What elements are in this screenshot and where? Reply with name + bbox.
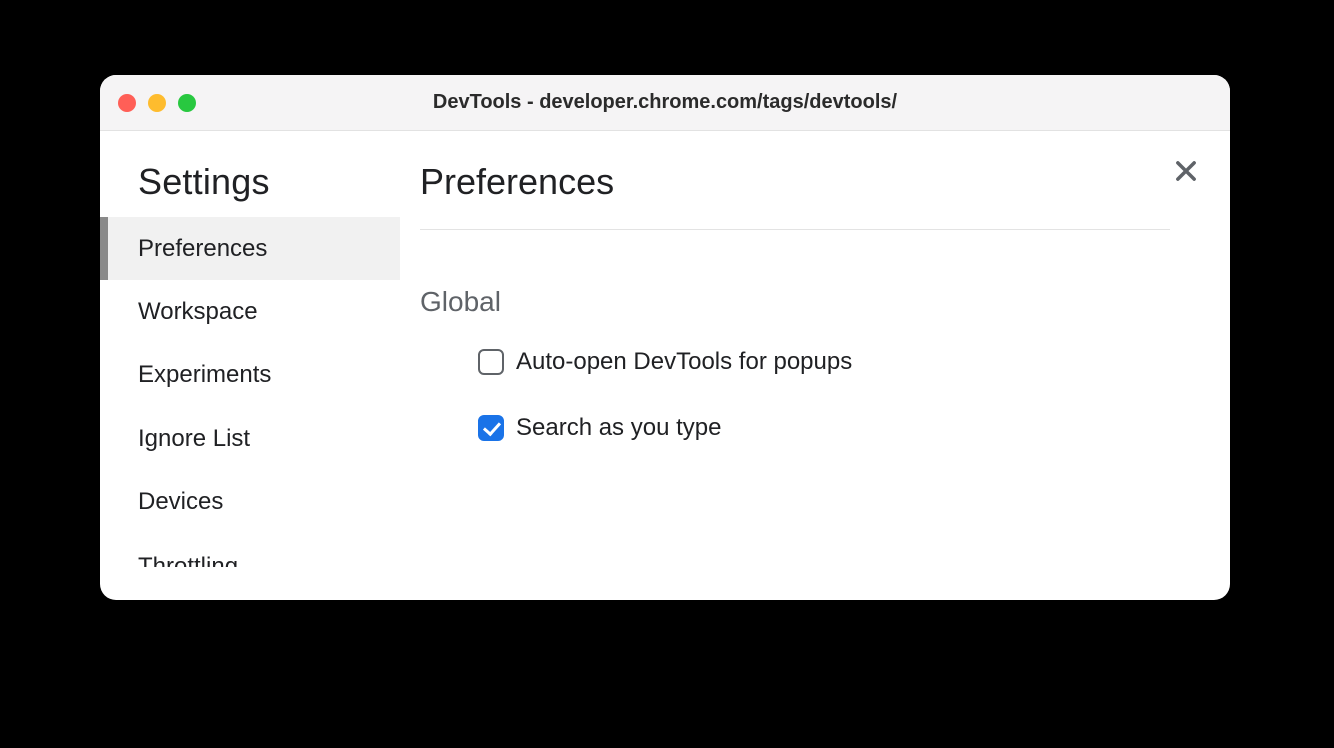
sidebar-item-label: Experiments xyxy=(138,361,271,388)
option-search-as-you-type[interactable]: Search as you type xyxy=(420,412,1170,444)
window-zoom-button[interactable] xyxy=(178,94,196,112)
sidebar-item-preferences[interactable]: Preferences xyxy=(100,217,400,280)
sidebar-item-devices[interactable]: Devices xyxy=(100,470,400,533)
settings-sidebar: Settings Preferences Workspace Experimen… xyxy=(100,131,400,600)
sidebar-item-label: Throttling xyxy=(138,553,238,567)
sidebar-item-throttling[interactable]: Throttling xyxy=(100,533,400,567)
checkbox-auto-open-devtools[interactable] xyxy=(478,349,504,375)
sidebar-item-label: Ignore List xyxy=(138,425,250,452)
option-auto-open-devtools[interactable]: Auto-open DevTools for popups xyxy=(420,346,1170,378)
window-title: DevTools - developer.chrome.com/tags/dev… xyxy=(100,91,1230,114)
section-heading-global: Global xyxy=(420,286,1170,318)
option-label: Auto-open DevTools for popups xyxy=(516,348,852,376)
preferences-scroll-area: Global Auto-open DevTools for popups Sea… xyxy=(420,229,1170,600)
devtools-window: DevTools - developer.chrome.com/tags/dev… xyxy=(100,75,1230,600)
window-titlebar: DevTools - developer.chrome.com/tags/dev… xyxy=(100,75,1230,131)
checkbox-search-as-you-type[interactable] xyxy=(478,415,504,441)
settings-panel: Settings Preferences Workspace Experimen… xyxy=(100,131,1230,600)
preferences-main: Preferences Global Auto-open DevTools fo… xyxy=(400,131,1230,600)
sidebar-item-label: Devices xyxy=(138,488,223,515)
sidebar-item-label: Preferences xyxy=(138,235,267,262)
sidebar-item-ignore-list[interactable]: Ignore List xyxy=(100,407,400,470)
page-title: Preferences xyxy=(420,161,1170,229)
sidebar-item-workspace[interactable]: Workspace xyxy=(100,280,400,343)
traffic-lights xyxy=(118,94,196,112)
option-label: Search as you type xyxy=(516,414,721,442)
sidebar-item-label: Workspace xyxy=(138,298,258,325)
settings-heading: Settings xyxy=(100,161,400,217)
sidebar-item-experiments[interactable]: Experiments xyxy=(100,343,400,406)
window-minimize-button[interactable] xyxy=(148,94,166,112)
window-close-button[interactable] xyxy=(118,94,136,112)
